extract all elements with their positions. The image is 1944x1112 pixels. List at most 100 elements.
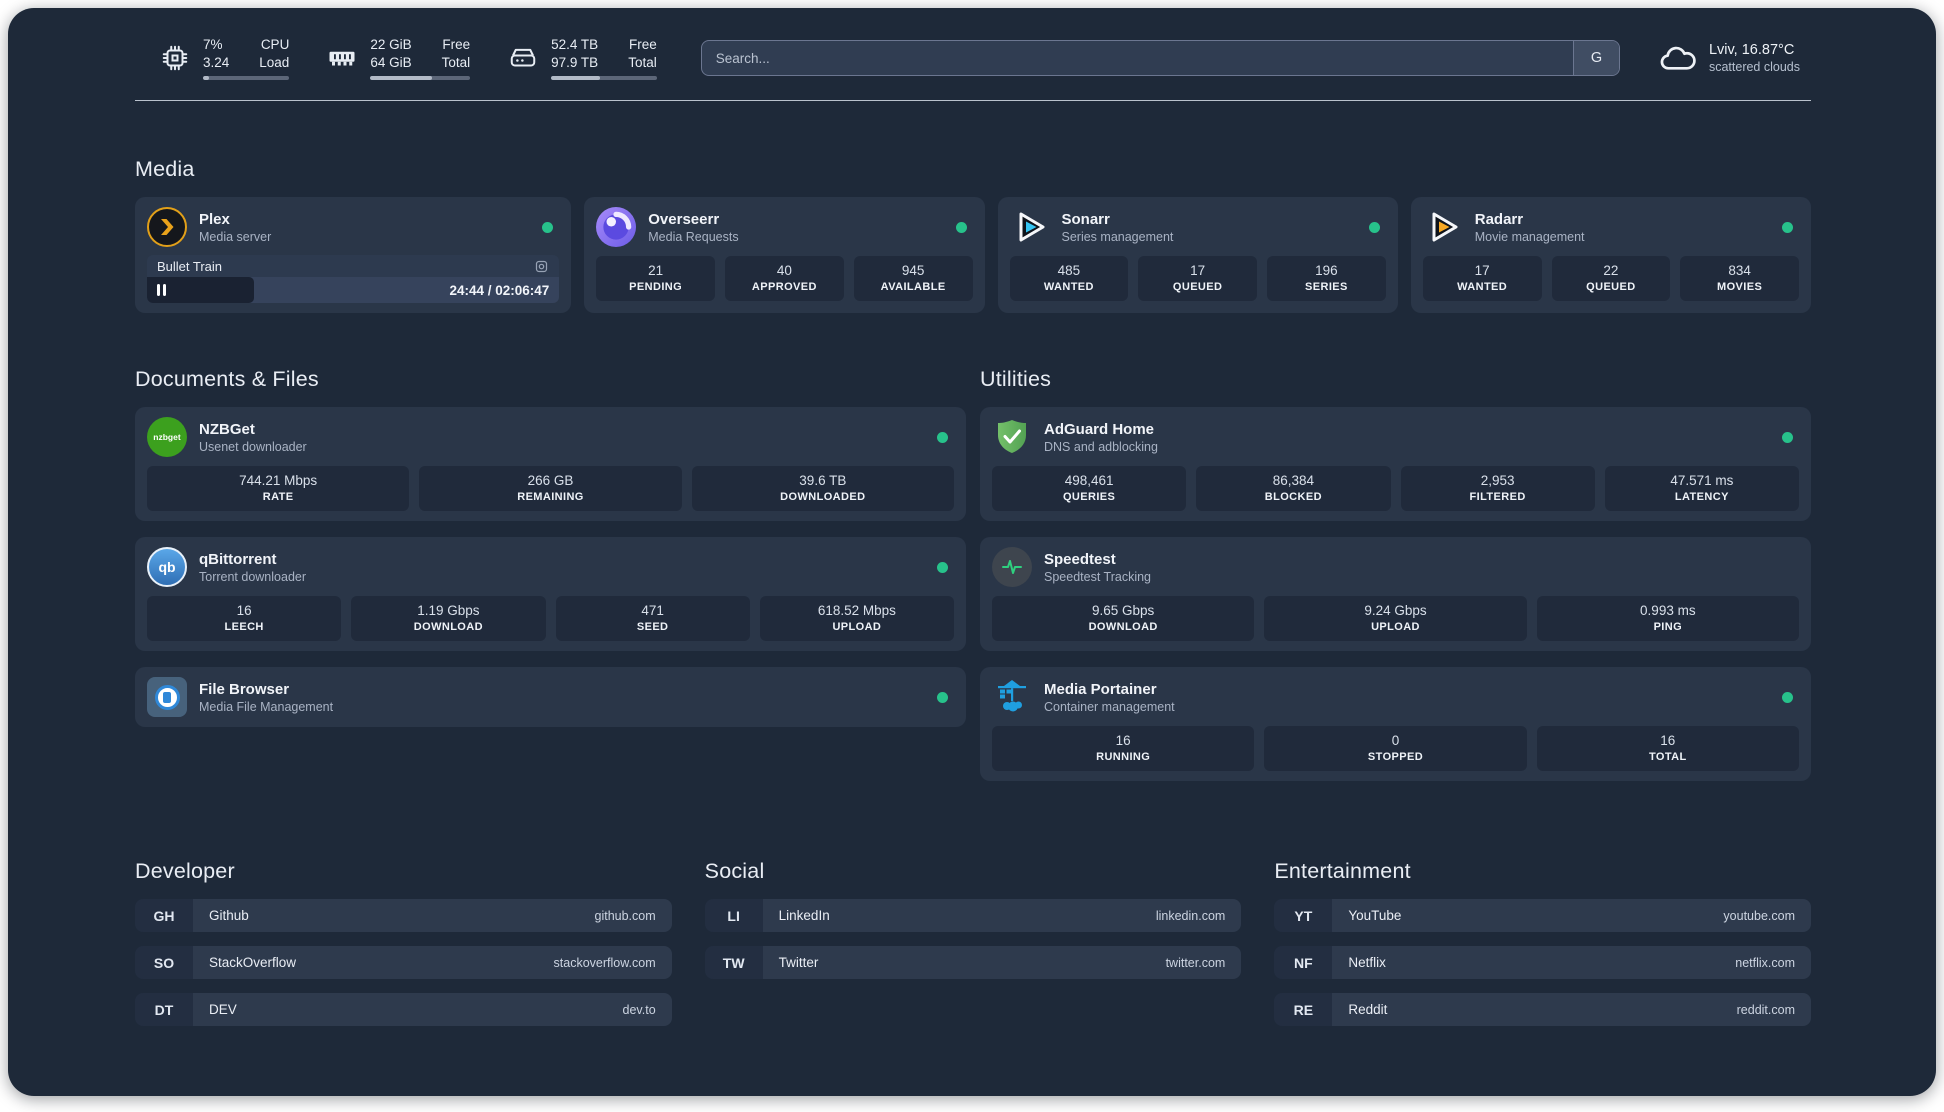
- stat-wanted: 17 WANTED: [1422, 256, 1542, 302]
- disk-widget: 52.4 TB Free 97.9 TB Total: [508, 36, 657, 81]
- stat-series: 196 SERIES: [1267, 256, 1386, 302]
- adguard-card[interactable]: AdGuard Home DNS and adblocking 498,461 …: [980, 407, 1811, 522]
- developer-column: Developer GH Github github.com SO StackO…: [135, 859, 672, 1040]
- playback-time: 24:44 / 02:06:47: [449, 282, 550, 298]
- bookmark-youtube[interactable]: YT YouTube youtube.com: [1274, 899, 1811, 933]
- search-engine-button[interactable]: G: [1572, 41, 1619, 76]
- entertainment-column: Entertainment YT YouTube youtube.com NF …: [1274, 859, 1811, 1040]
- bookmark-twitter[interactable]: TW Twitter twitter.com: [704, 946, 1242, 980]
- social-column: Social LI LinkedIn linkedin.com TW Twitt…: [704, 859, 1242, 993]
- memory-total-label: Total: [441, 54, 471, 70]
- app-subtitle: Media File Management: [199, 699, 334, 714]
- cpu-usage-label: CPU: [260, 37, 290, 52]
- status-dot: [1782, 691, 1793, 703]
- radarr-card[interactable]: Radarr Movie management 17 WANTED 22 QUE…: [1410, 197, 1811, 314]
- stat-seed: 471 SEED: [555, 596, 750, 642]
- stat-total: 16 TOTAL: [1536, 726, 1799, 772]
- stat-download: 9.65 Gbps DOWNLOAD: [992, 596, 1255, 642]
- stat-available: 945 AVAILABLE: [853, 256, 973, 302]
- pause-button[interactable]: [157, 284, 166, 297]
- stat-movies: 834 MOVIES: [1680, 256, 1799, 302]
- plex-icon: [147, 207, 187, 248]
- bookmark-linkedin[interactable]: LI LinkedIn linkedin.com: [704, 899, 1242, 933]
- memory-widget: 22 GiB Free 64 GiB Total: [327, 36, 471, 81]
- app-name: Media Portainer: [1044, 680, 1157, 698]
- cpu-icon: [162, 45, 188, 71]
- ram-icon: [329, 51, 355, 66]
- cpu-widget: 7% CPU 3.24 Load: [160, 36, 290, 81]
- bookmark-reddit[interactable]: RE Reddit reddit.com: [1274, 993, 1811, 1027]
- bookmark-stackoverflow[interactable]: SO StackOverflow stackoverflow.com: [135, 946, 672, 980]
- utilities-column: Utilities AdGuard Home DNS and adblockin…: [980, 367, 1811, 797]
- disk-free-value: 52.4 TB: [551, 37, 599, 52]
- app-name: File Browser: [199, 680, 290, 698]
- status-dot: [955, 221, 967, 233]
- portainer-card[interactable]: Media Portainer Container management 16 …: [980, 667, 1811, 782]
- filebrowser-icon: [147, 677, 187, 718]
- bookmark-netflix[interactable]: NF Netflix netflix.com: [1274, 946, 1811, 980]
- portainer-icon: [992, 677, 1032, 717]
- app-name: Sonarr: [1061, 210, 1110, 228]
- section-title-social: Social: [704, 859, 765, 884]
- stat-approved: 40 APPROVED: [725, 256, 844, 302]
- status-dot: [542, 221, 554, 233]
- disk-total-label: Total: [628, 54, 657, 70]
- stat-download: 1.19 Gbps DOWNLOAD: [351, 596, 546, 642]
- content: Media Plex Media server Bullet Train 24:…: [8, 157, 1936, 1040]
- status-dot: [937, 691, 948, 703]
- stat-queued: 17 QUEUED: [1138, 256, 1257, 302]
- stat-downloaded: 39.6 TB DOWNLOADED: [691, 466, 954, 512]
- app-name: Radarr: [1474, 210, 1524, 228]
- filebrowser-card[interactable]: File Browser Media File Management: [135, 667, 966, 728]
- stat-queries: 498,461 QUERIES: [992, 466, 1187, 512]
- app-subtitle: Container management: [1044, 699, 1175, 714]
- disk-free-label: Free: [628, 37, 657, 52]
- stat-wanted: 485 WANTED: [1009, 256, 1129, 302]
- overseerr-icon: [596, 207, 637, 248]
- cpu-load-label: Load: [259, 54, 290, 70]
- speedtest-icon: [992, 547, 1032, 588]
- qbittorrent-card[interactable]: qb qBittorrent Torrent downloader 16 LEE…: [135, 537, 966, 652]
- disk-total-value: 97.9 TB: [551, 54, 599, 70]
- app-name: Speedtest: [1044, 550, 1116, 568]
- memory-free-label: Free: [442, 37, 471, 52]
- bookmark-dev[interactable]: DT DEV dev.to: [135, 993, 672, 1027]
- stat-rate: 744.21 Mbps RATE: [147, 466, 410, 512]
- section-title-documents: Documents & Files: [135, 367, 319, 392]
- stat-pending: 21 PENDING: [596, 256, 716, 302]
- app-subtitle: Usenet downloader: [199, 439, 307, 454]
- section-title-media: Media: [135, 157, 195, 182]
- app-subtitle: Media server: [199, 229, 272, 244]
- stat-upload: 9.24 Gbps UPLOAD: [1264, 596, 1527, 642]
- overseerr-card[interactable]: Overseerr Media Requests 21 PENDING 40 A…: [584, 197, 985, 314]
- memory-total-value: 64 GiB: [370, 54, 412, 70]
- cpu-load-value: 3.24: [203, 54, 230, 70]
- stat-blocked: 86,384 BLOCKED: [1196, 466, 1391, 512]
- documents-column: Documents & Files nzbget NZBGet Usenet d…: [135, 367, 966, 797]
- disk-icon: [510, 48, 536, 67]
- plex-card[interactable]: Plex Media server Bullet Train 24:44 / 0…: [135, 197, 572, 314]
- stat-remaining: 266 GB REMAINING: [419, 466, 682, 512]
- playback-progress-bar[interactable]: 24:44 / 02:06:47: [147, 277, 560, 304]
- radarr-icon: [1423, 207, 1463, 247]
- app-subtitle: Movie management: [1474, 229, 1585, 244]
- search-bar[interactable]: G: [700, 40, 1620, 77]
- top-bar: 7% CPU 3.24 Load 22 GiB Free 64 GiB Tota…: [8, 8, 1936, 81]
- stat-upload: 618.52 Mbps UPLOAD: [759, 596, 954, 642]
- header-divider: [135, 100, 1811, 102]
- weather-widget: Lviv, 16.87°C scattered clouds: [1658, 39, 1800, 77]
- now-playing-widget: Bullet Train 24:44 / 02:06:47: [147, 255, 560, 304]
- app-name: AdGuard Home: [1044, 420, 1155, 438]
- app-subtitle: Media Requests: [648, 229, 739, 244]
- disk-progress-bar: [551, 76, 657, 81]
- memory-progress-bar: [370, 76, 471, 81]
- sonarr-card[interactable]: Sonarr Series management 485 WANTED 17 Q…: [997, 197, 1398, 314]
- speedtest-card[interactable]: Speedtest Speedtest Tracking 9.65 Gbps D…: [980, 537, 1811, 652]
- camera-icon: [536, 260, 548, 273]
- nzbget-icon: nzbget: [147, 417, 187, 458]
- nzbget-card[interactable]: nzbget NZBGet Usenet downloader 744.21 M…: [135, 407, 966, 522]
- section-title-entertainment: Entertainment: [1274, 859, 1411, 884]
- search-input[interactable]: [701, 50, 1573, 66]
- bookmark-github[interactable]: GH Github github.com: [135, 899, 672, 933]
- stat-stopped: 0 STOPPED: [1264, 726, 1527, 772]
